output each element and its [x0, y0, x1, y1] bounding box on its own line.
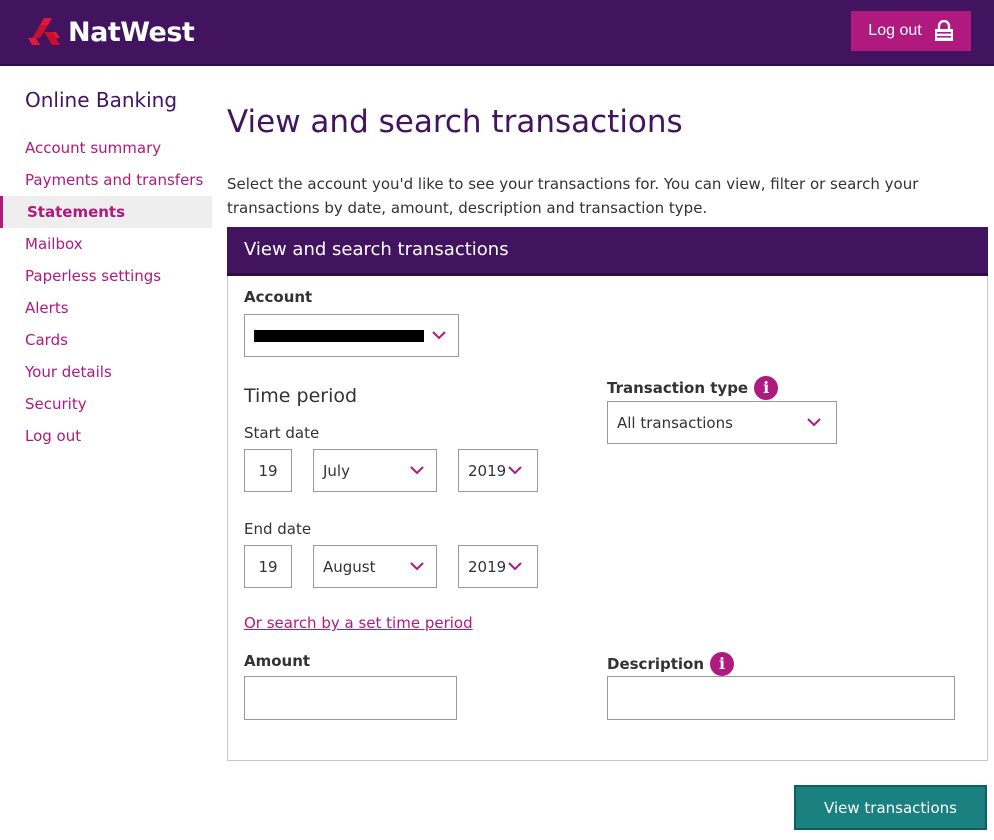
sidebar-item-paperless-settings[interactable]: Paperless settings: [0, 260, 212, 292]
intro-text: Select the account you'd like to see you…: [227, 175, 919, 217]
start-month-value: July: [323, 461, 350, 480]
end-month-select[interactable]: August: [313, 545, 437, 588]
account-select[interactable]: [244, 314, 459, 357]
start-day-input[interactable]: 19: [244, 449, 292, 492]
end-month-value: August: [323, 557, 376, 576]
description-label: Description: [607, 655, 705, 673]
account-label: Account: [244, 288, 313, 306]
time-period-title: Time period: [244, 385, 358, 407]
transaction-type-label: Transaction type: [607, 379, 749, 397]
sidebar-item-statements[interactable]: Statements: [0, 196, 212, 228]
sidebar-item-log-out[interactable]: Log out: [0, 420, 212, 452]
transaction-type-value: All transactions: [617, 413, 733, 432]
start-year-value: 2019: [468, 461, 507, 480]
brand-name: NatWest: [68, 16, 195, 48]
description-input[interactable]: [607, 676, 955, 720]
chevron-down-icon: [410, 561, 424, 570]
sidebar-nav: Account summary Payments and transfers S…: [0, 132, 212, 452]
natwest-logo[interactable]: NatWest: [26, 14, 195, 50]
transaction-type-label-row: Transaction type i: [607, 376, 779, 400]
sidebar-title: Online Banking: [25, 88, 178, 112]
end-year-select[interactable]: 2019: [458, 545, 538, 588]
sidebar-item-account-summary[interactable]: Account summary: [0, 132, 212, 164]
sidebar-item-payments-and-transfers[interactable]: Payments and transfers: [0, 164, 212, 196]
sidebar-item-cards[interactable]: Cards: [0, 324, 212, 356]
natwest-cubes-icon: [28, 18, 60, 45]
set-time-period-link[interactable]: Or search by a set time period: [244, 614, 473, 632]
sidebar-item-security[interactable]: Security: [0, 388, 212, 420]
chevron-down-icon: [807, 417, 821, 426]
chevron-down-icon: [508, 465, 522, 474]
start-year-select[interactable]: 2019: [458, 449, 538, 492]
padlock-icon: [934, 20, 953, 41]
chevron-down-icon: [432, 330, 446, 339]
description-info-icon[interactable]: i: [710, 652, 735, 676]
start-date-label: Start date: [244, 424, 320, 442]
view-transactions-button[interactable]: View transactions: [794, 785, 987, 830]
transaction-type-info-icon[interactable]: i: [754, 376, 779, 400]
chevron-down-icon: [508, 561, 522, 570]
top-header: NatWest Log out: [0, 0, 994, 66]
panel-heading: View and search transactions: [227, 227, 988, 276]
end-year-value: 2019: [468, 557, 507, 576]
chevron-down-icon: [410, 465, 424, 474]
description-label-row: Description i: [607, 652, 735, 676]
amount-input[interactable]: [244, 676, 457, 720]
redacted-account-name: [254, 330, 424, 342]
sidebar-item-mailbox[interactable]: Mailbox: [0, 228, 212, 260]
logout-button[interactable]: Log out: [851, 11, 971, 51]
sidebar-item-alerts[interactable]: Alerts: [0, 292, 212, 324]
search-panel: View and search transactions Account Tim…: [227, 227, 988, 761]
end-date-label: End date: [244, 520, 312, 538]
amount-label: Amount: [244, 652, 311, 670]
start-month-select[interactable]: July: [313, 449, 437, 492]
transaction-type-select[interactable]: All transactions: [607, 401, 837, 444]
end-day-input[interactable]: 19: [244, 545, 292, 588]
logout-label: Log out: [868, 22, 922, 39]
sidebar-item-your-details[interactable]: Your details: [0, 356, 212, 388]
page-title: View and search transactions: [227, 104, 683, 140]
